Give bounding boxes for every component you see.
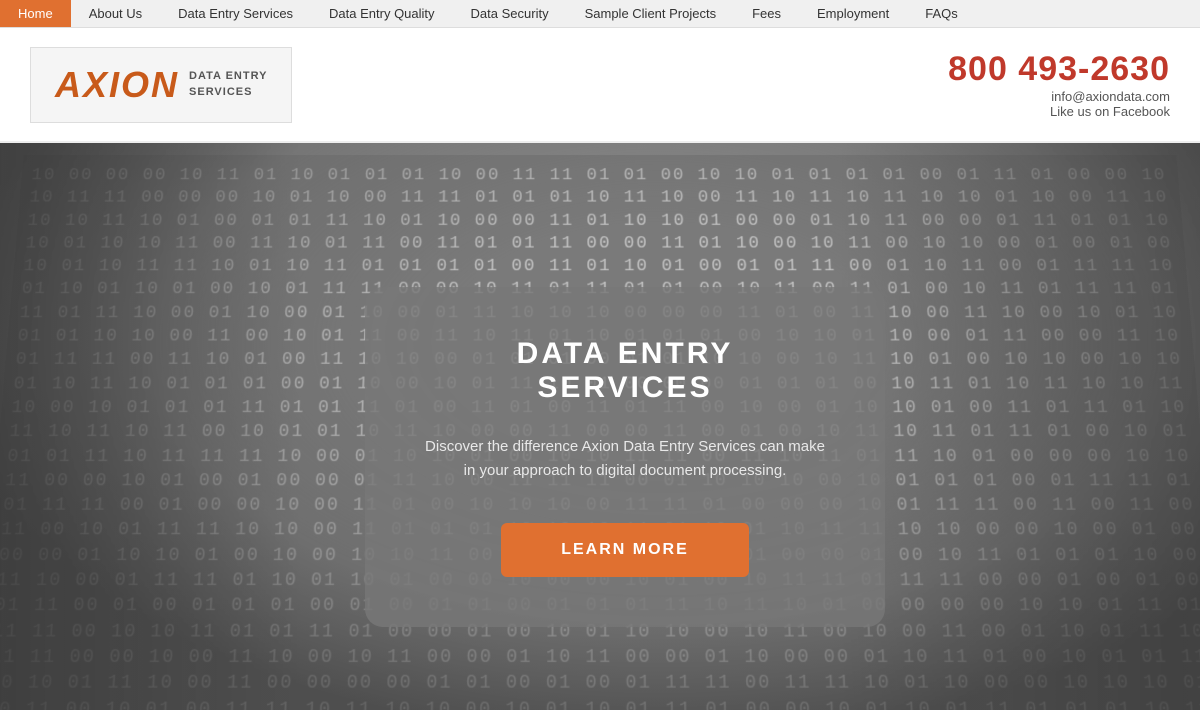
learn-more-button[interactable]: LEARN MORE xyxy=(501,523,749,577)
facebook-link[interactable]: Like us on Facebook xyxy=(948,104,1170,119)
nav-data-entry-quality[interactable]: Data Entry Quality xyxy=(311,0,453,27)
nav-data-entry-services[interactable]: Data Entry Services xyxy=(160,0,311,27)
nav-about[interactable]: About Us xyxy=(71,0,160,27)
nav-data-security[interactable]: Data Security xyxy=(453,0,567,27)
main-nav: Home About Us Data Entry Services Data E… xyxy=(0,0,1200,28)
nav-faqs[interactable]: FAQs xyxy=(907,0,976,27)
phone-number: 800 493-2630 xyxy=(948,50,1170,89)
hero-section: 10 00 00 00 10 11 01 10 01 01 01 10 00 1… xyxy=(0,143,1200,710)
nav-employment[interactable]: Employment xyxy=(799,0,907,27)
logo: AXION DATA ENTRY SERVICES xyxy=(30,47,292,123)
nav-home[interactable]: Home xyxy=(0,0,71,27)
hero-title: DATA ENTRY SERVICES xyxy=(425,337,825,405)
site-header: AXION DATA ENTRY SERVICES 800 493-2630 i… xyxy=(0,28,1200,143)
hero-card: DATA ENTRY SERVICES Discover the differe… xyxy=(365,287,885,627)
nav-sample-projects[interactable]: Sample Client Projects xyxy=(567,0,735,27)
email-address: info@axiondata.com xyxy=(948,89,1170,104)
contact-info: 800 493-2630 info@axiondata.com Like us … xyxy=(948,50,1170,119)
logo-subtitle: DATA ENTRY SERVICES xyxy=(189,69,267,100)
nav-fees[interactable]: Fees xyxy=(734,0,799,27)
logo-axion-text: AXION xyxy=(55,64,179,106)
hero-description: Discover the difference Axion Data Entry… xyxy=(425,435,825,483)
